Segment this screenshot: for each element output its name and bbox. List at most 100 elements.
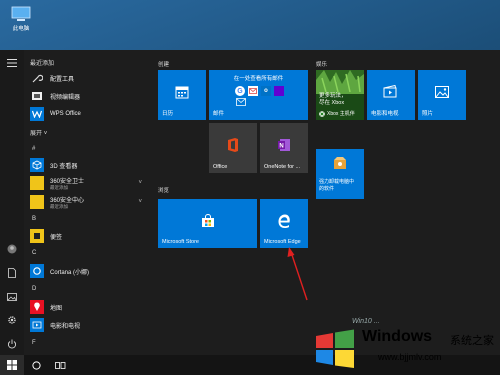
tile-microsoft-edge[interactable]: Microsoft Edge	[260, 199, 308, 248]
envelope-icon	[236, 98, 246, 106]
group-title-create[interactable]: 创建	[158, 60, 169, 68]
app-name: 配置工具	[50, 76, 75, 83]
app-movies-tv[interactable]: 电影和电视	[30, 316, 148, 334]
expand-label: 展开	[30, 131, 43, 137]
power-button[interactable]	[4, 337, 20, 351]
tile-label: OneNote for ...	[264, 164, 301, 170]
this-pc-desktop-icon[interactable]: 此电脑	[6, 6, 36, 32]
recently-added-tag: 最近添加	[50, 203, 68, 209]
app-name: 地图	[50, 305, 63, 312]
app-video-editor[interactable]: 视频编辑器	[30, 87, 148, 105]
letter-header-d[interactable]: D	[32, 286, 36, 292]
search-button[interactable]	[26, 355, 46, 375]
tile-label: 照片	[422, 111, 434, 117]
uninstaller-line-2: 的软件	[319, 186, 335, 192]
tile-calendar[interactable]: 日历	[158, 70, 206, 120]
outlook-icon: o	[261, 86, 271, 96]
group-title-browse[interactable]: 浏览	[158, 186, 169, 194]
uninstaller-line-1: 强力卸载电脑中	[319, 179, 355, 185]
app-360-center[interactable]: 360安全中心 最近添加 ˅	[30, 193, 148, 211]
tile-mail[interactable]: 在一处查看所有邮件 G o 邮件	[209, 70, 308, 120]
sticky-note-icon	[30, 229, 44, 243]
mail-tile-header: 在一处查看所有邮件	[233, 76, 284, 82]
film-icon	[383, 85, 397, 98]
wps-icon	[30, 107, 44, 121]
app-360-guard[interactable]: 360安全卫士 最近添加 ˅	[30, 174, 148, 192]
task-view-icon	[54, 361, 65, 369]
watermark-brand-text: 系统之家	[450, 335, 494, 347]
app-config-tool[interactable]: 配置工具	[30, 69, 148, 87]
google-icon: G	[235, 86, 245, 96]
recently-added-tag: 最近添加	[50, 184, 68, 190]
uninstaller-box-icon	[334, 157, 346, 169]
app-name: WPS Office	[50, 111, 81, 117]
tile-xbox[interactable]: 更多玩法， 尽在 Xbox Xbox 主机伴	[316, 70, 364, 120]
app-name: 视频编辑器	[50, 94, 81, 101]
chevron-down-icon: ˅	[43, 131, 48, 137]
hamburger-menu-button[interactable]	[4, 56, 20, 70]
xbox-icon	[319, 110, 325, 117]
pictures-button[interactable]	[4, 290, 20, 304]
xbox-brand-label: Xbox 主机伴	[327, 111, 355, 117]
app-3d-viewer[interactable]: 3D 查看器	[30, 156, 148, 174]
xbox-promo-line-2: 尽在 Xbox	[319, 100, 345, 106]
onenote-icon: N	[278, 139, 290, 151]
mail-provider-icons: G o	[235, 86, 284, 96]
document-icon	[8, 268, 16, 278]
cortana-circle-icon	[31, 360, 41, 370]
edge-icon	[278, 214, 290, 228]
group-title-play[interactable]: 娱乐	[316, 60, 327, 68]
xbox-promo-line-1: 更多玩法，	[319, 93, 347, 99]
tile-office[interactable]: Office	[209, 123, 257, 173]
documents-button[interactable]	[4, 266, 20, 280]
start-button[interactable]	[0, 355, 24, 375]
cortana-icon	[30, 264, 44, 278]
tile-photos[interactable]: 照片	[418, 70, 466, 120]
office-icon	[228, 138, 238, 152]
user-icon	[7, 244, 17, 254]
svg-text:N: N	[279, 144, 283, 150]
expand-link[interactable]: 展开 ˅	[30, 128, 47, 137]
xbox-promo-text: 更多玩法， 尽在 Xbox	[319, 93, 347, 107]
app-maps[interactable]: 地图	[30, 298, 148, 316]
letter-header-b[interactable]: B	[32, 216, 36, 222]
windows-logo-icon	[7, 360, 17, 370]
folder-icon	[30, 195, 44, 209]
tile-label: Office	[213, 164, 228, 170]
letter-header-f[interactable]: F	[32, 340, 36, 346]
task-view-button[interactable]	[50, 355, 70, 375]
app-wps-office[interactable]: WPS Office	[30, 105, 148, 123]
tile-label: 电影和电视	[371, 111, 399, 117]
cube-icon	[30, 158, 44, 172]
power-icon	[7, 339, 17, 349]
email-envelope-icon	[248, 86, 258, 96]
tile-movies-tv[interactable]: 电影和电视	[367, 70, 415, 120]
tile-microsoft-store[interactable]: Microsoft Store	[158, 199, 257, 248]
tile-uninstaller[interactable]: 强力卸载电脑中 的软件	[316, 149, 364, 199]
user-account-button[interactable]	[4, 242, 20, 256]
recently-added-heading: 最近添加	[30, 61, 55, 67]
hamburger-icon	[7, 59, 17, 67]
app-cortana[interactable]: Cortana (小娜)	[30, 262, 148, 280]
tile-onenote[interactable]: N OneNote for ...	[260, 123, 308, 173]
app-name: 便签	[50, 234, 63, 241]
app-name-block: 360安全卫士 最近添加	[50, 176, 84, 191]
video-editor-icon	[30, 89, 44, 103]
shopping-bag-icon	[201, 213, 214, 227]
letter-header-hash[interactable]: #	[32, 146, 35, 152]
app-list: 最近添加 配置工具 视频编辑器 WPS Office 展开 ˅ # 3D 查看器…	[24, 50, 150, 355]
chevron-down-icon: ˅	[138, 199, 142, 205]
letter-header-c[interactable]: C	[32, 250, 36, 256]
map-pin-icon	[30, 300, 44, 314]
app-sticky-notes[interactable]: 便签	[30, 227, 148, 245]
watermark-url: www.bjjmlv.com	[378, 352, 442, 362]
watermark-windows-text: Windows	[362, 328, 433, 345]
film-icon	[30, 318, 44, 332]
tile-label: Microsoft Edge	[264, 239, 301, 245]
settings-button[interactable]	[4, 313, 20, 327]
app-name-block: 360安全中心 最近添加	[50, 195, 84, 210]
computer-icon	[11, 6, 31, 21]
folder-icon	[30, 176, 44, 190]
chevron-down-icon: ˅	[138, 180, 142, 186]
xbox-brand-row: Xbox 主机伴	[319, 110, 355, 117]
